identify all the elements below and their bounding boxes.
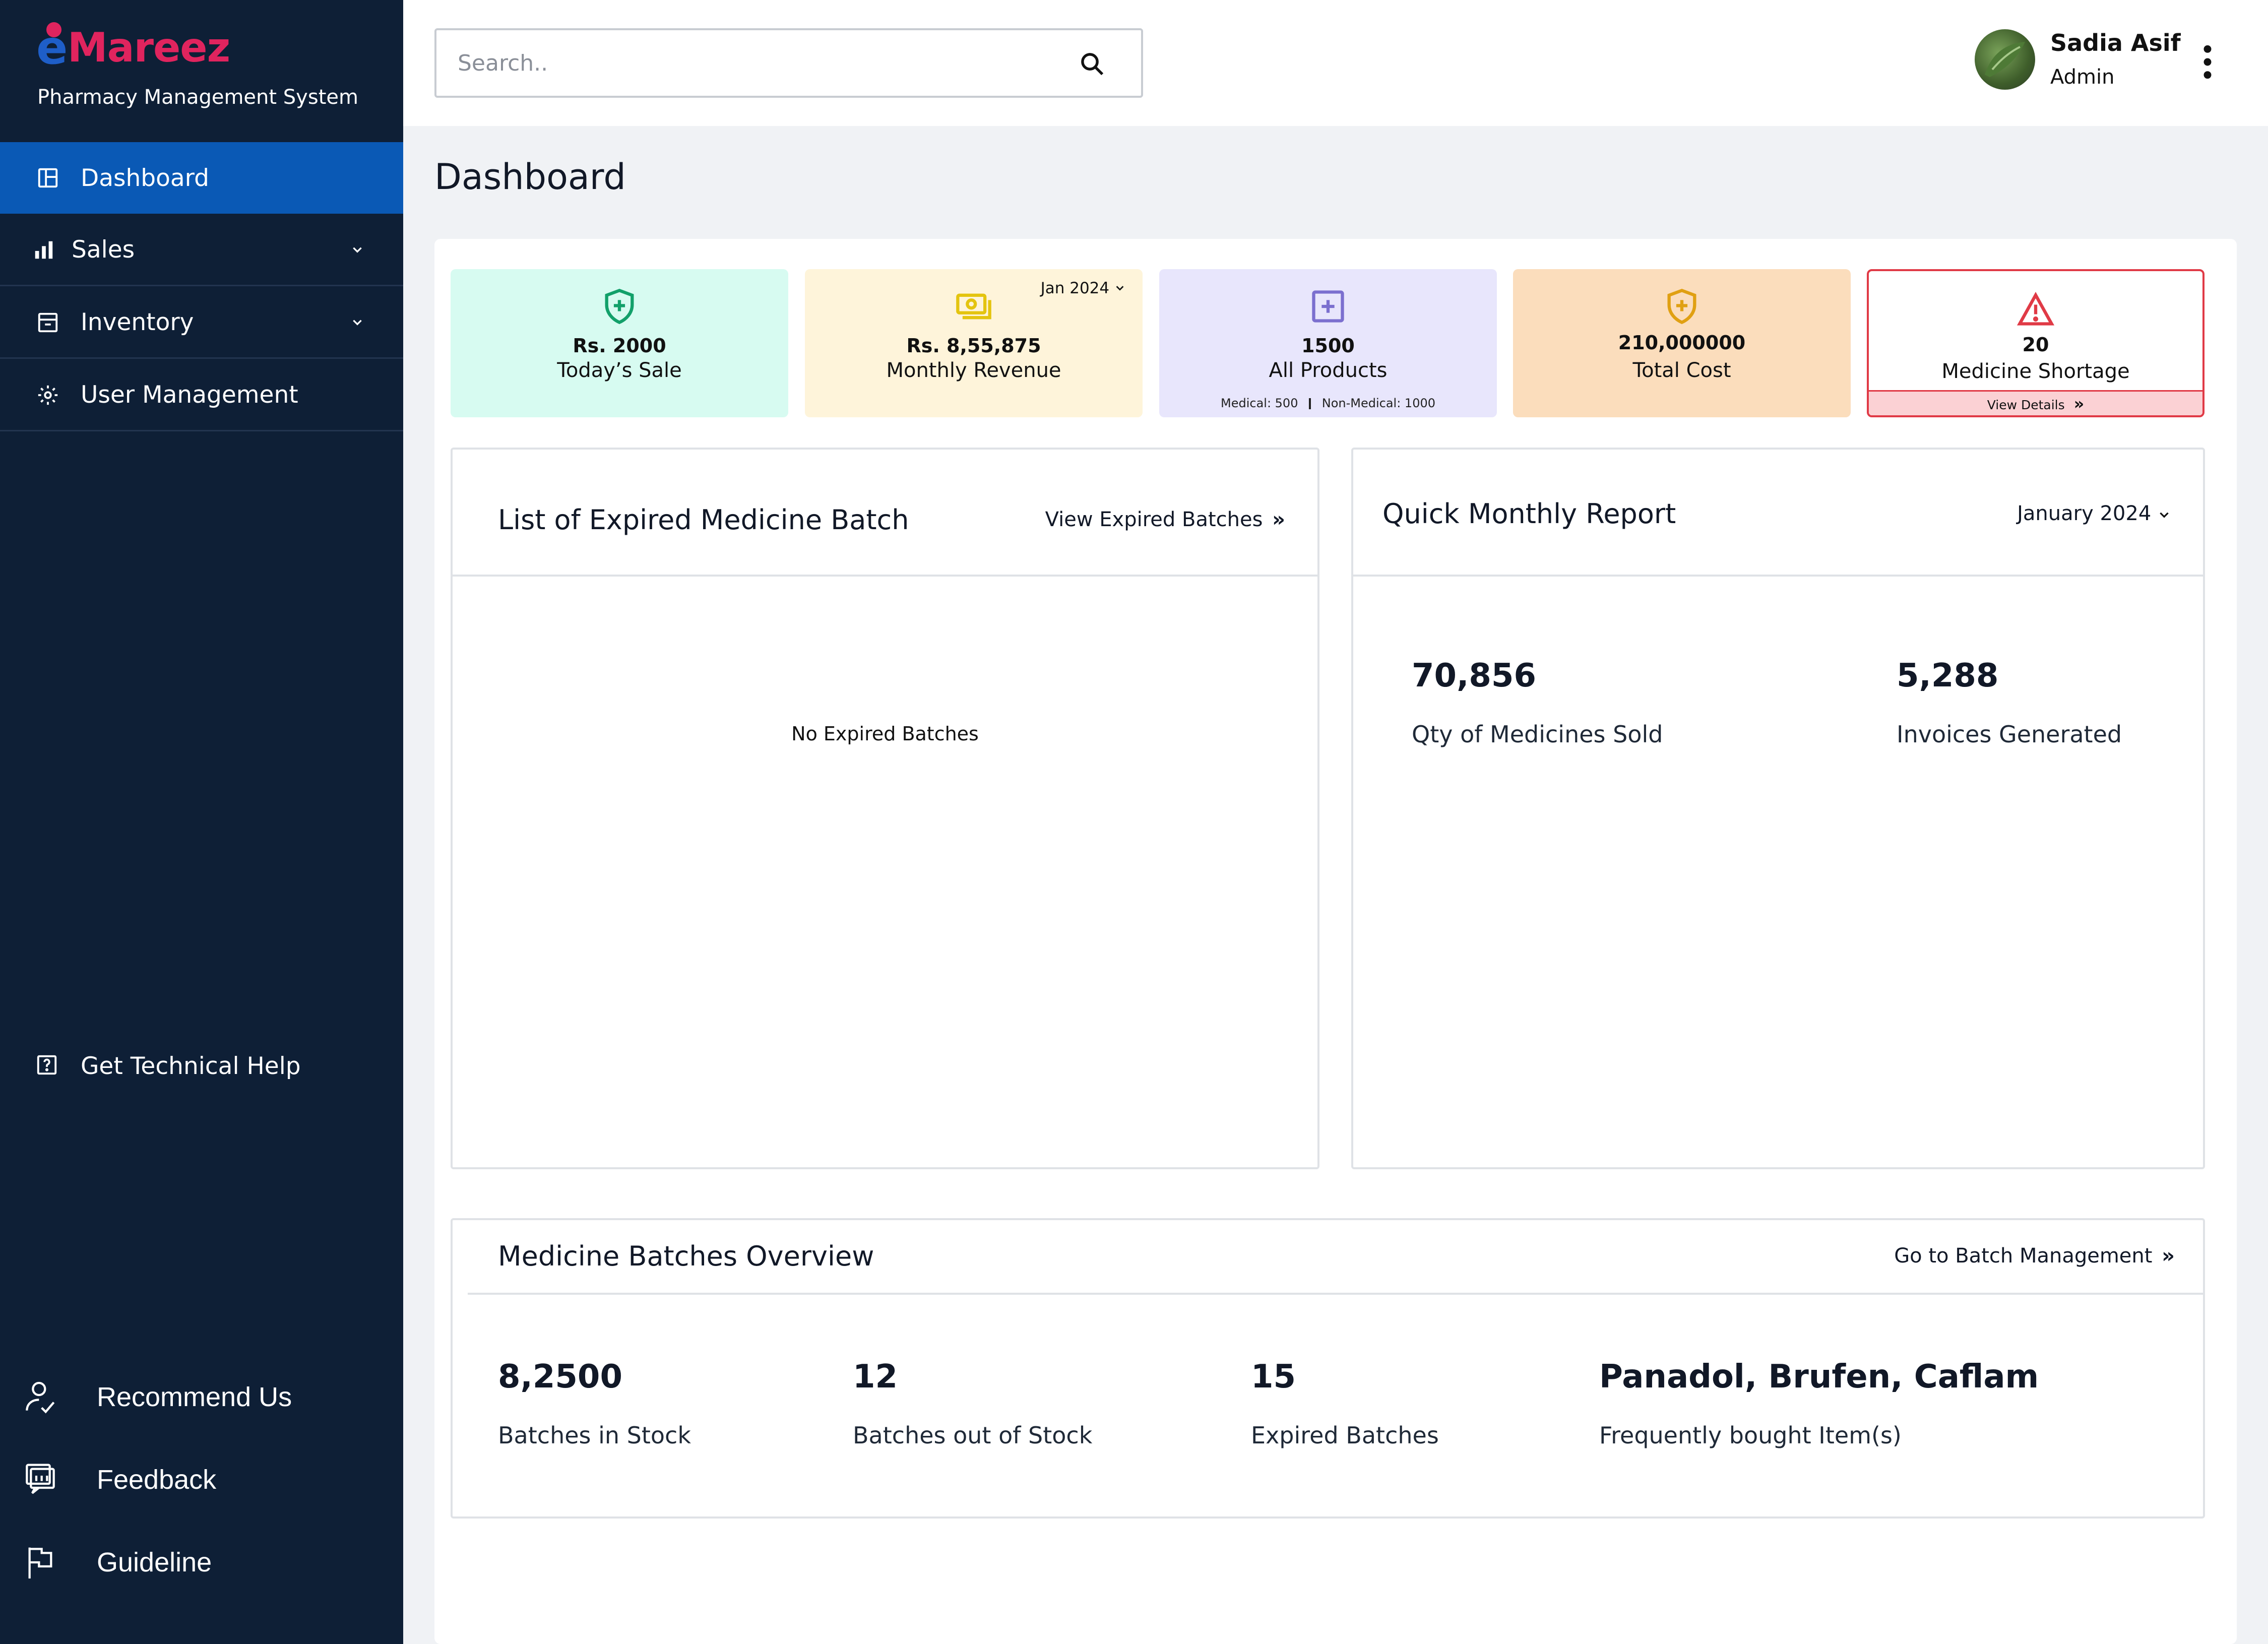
all-products-card[interactable]: 1500 All Products Medical: 500 Non-Medic… <box>1159 269 1497 417</box>
stat-value: 210,000000 <box>1618 332 1746 354</box>
gear-icon <box>35 383 60 408</box>
total-cost-card[interactable]: 210,000000 Total Cost <box>1513 269 1851 417</box>
medicine-shortage-card[interactable]: 20 Medicine Shortage View Details » <box>1867 269 2204 417</box>
stat-label: Medicine Shortage <box>1941 360 2130 383</box>
panel-title: Medicine Batches Overview <box>498 1240 874 1272</box>
question-icon <box>35 1053 60 1079</box>
stat-label: Monthly Revenue <box>886 359 1061 382</box>
batches-in-stock-label: Batches in Stock <box>498 1422 691 1449</box>
avatar[interactable] <box>1975 29 2035 90</box>
brand-logo[interactable]: e Mareez <box>36 20 288 76</box>
sidebar-item-label: Inventory <box>81 308 194 336</box>
invoices-value: 5,288 <box>1897 657 1999 694</box>
batches-out-of-stock-value: 12 <box>853 1358 898 1396</box>
feedback-icon <box>24 1462 56 1498</box>
sidebar-item-label: Sales <box>72 236 135 264</box>
medical-box-icon <box>1312 290 1344 323</box>
stat-label: Today’s Sale <box>557 359 682 382</box>
invoices-label: Invoices Generated <box>1897 721 2122 748</box>
batches-in-stock-value: 8,2500 <box>498 1358 622 1396</box>
stat-value: 20 <box>2022 334 2049 356</box>
sidebar-item-sales[interactable]: Sales <box>0 215 403 286</box>
search-box <box>434 28 1143 98</box>
search-input[interactable] <box>457 30 1061 96</box>
shield-plus-icon <box>605 288 634 325</box>
warning-icon <box>2017 291 2055 326</box>
sidebar-item-user-management[interactable]: User Management <box>0 360 403 431</box>
view-details-link[interactable]: View Details » <box>1869 390 2202 415</box>
batches-overview-panel: Medicine Batches Overview Go to Batch Ma… <box>451 1218 2205 1519</box>
double-chevron-icon: » <box>2073 394 2085 413</box>
report-period-dropdown[interactable]: January 2024 <box>2017 502 2171 525</box>
archive-box-icon <box>35 310 60 335</box>
stat-label: All Products <box>1269 359 1388 382</box>
panel-title: Quick Monthly Report <box>1382 498 1676 530</box>
panel-title: List of Expired Medicine Batch <box>498 504 909 536</box>
chevron-down-icon[interactable] <box>351 243 364 256</box>
user-check-icon <box>24 1379 56 1415</box>
stat-value: Rs. 2000 <box>573 335 666 357</box>
brand-name: Mareez <box>68 24 230 71</box>
stat-value: 1500 <box>1301 335 1355 357</box>
recommend-us-button[interactable]: Recommend Us <box>0 1372 403 1422</box>
top-bar: Sadia Asif Admin <box>403 0 2268 126</box>
user-role: Admin <box>2050 66 2115 89</box>
sidebar-item-label: Dashboard <box>81 164 209 192</box>
chevron-down-icon[interactable] <box>351 315 364 329</box>
frequent-items-value: Panadol, Brufen, Caflam <box>1599 1358 2039 1396</box>
more-options-icon[interactable] <box>2197 44 2218 80</box>
sidebar-item-label: User Management <box>81 381 298 409</box>
go-to-batch-management-link[interactable]: Go to Batch Management » <box>1894 1244 2175 1268</box>
monthly-revenue-card[interactable]: Jan 2024 Rs. 8,55,875 Monthly Revenue <box>805 269 1143 417</box>
sidebar-item-dashboard[interactable]: Dashboard <box>0 142 403 214</box>
qty-sold-label: Qty of Medicines Sold <box>1412 721 1663 748</box>
stat-value: Rs. 8,55,875 <box>906 335 1041 357</box>
chevron-down-icon <box>1116 286 1124 291</box>
empty-state-text: No Expired Batches <box>791 723 979 745</box>
products-breakdown: Medical: 500 Non-Medical: 1000 <box>1221 396 1435 410</box>
page-title: Dashboard <box>434 156 626 198</box>
user-name: Sadia Asif <box>2050 29 2181 56</box>
revenue-period-dropdown[interactable]: Jan 2024 <box>1041 279 1125 297</box>
chevron-down-icon <box>2160 512 2169 518</box>
view-expired-batches-link[interactable]: View Expired Batches » <box>1045 508 1285 531</box>
expired-batches-panel: List of Expired Medicine Batch View Expi… <box>451 448 1319 1169</box>
footer-label: Feedback <box>97 1465 217 1495</box>
frequent-items-label: Frequently bought Item(s) <box>1599 1422 1902 1449</box>
search-icon[interactable] <box>1079 50 1106 78</box>
double-chevron-icon: » <box>2162 1244 2175 1268</box>
qty-sold-value: 70,856 <box>1412 657 1536 694</box>
sidebar: e Mareez Pharmacy Management System Dash… <box>0 0 403 1644</box>
stat-label: Total Cost <box>1632 359 1731 382</box>
get-technical-help-button[interactable]: Get Technical Help <box>0 1038 403 1094</box>
shield-plus-icon <box>1667 288 1696 325</box>
money-icon <box>956 293 991 320</box>
feedback-button[interactable]: Feedback <box>0 1455 403 1505</box>
double-chevron-icon: » <box>1272 508 1285 531</box>
expired-batches-label: Expired Batches <box>1251 1422 1439 1449</box>
monthly-report-panel: Quick Monthly Report January 2024 70,856… <box>1351 448 2205 1169</box>
footer-label: Recommend Us <box>97 1382 292 1412</box>
brand-subtitle: Pharmacy Management System <box>37 86 358 109</box>
sidebar-item-inventory[interactable]: Inventory <box>0 287 403 359</box>
batches-out-of-stock-label: Batches out of Stock <box>853 1422 1093 1449</box>
guideline-button[interactable]: Guideline <box>0 1537 403 1588</box>
dashboard-icon <box>35 165 60 191</box>
flag-icon <box>24 1544 56 1580</box>
todays-sale-card[interactable]: Rs. 2000 Today’s Sale <box>451 269 788 417</box>
footer-label: Guideline <box>97 1547 212 1577</box>
expired-batches-value: 15 <box>1251 1358 1296 1396</box>
help-label: Get Technical Help <box>81 1052 301 1080</box>
bar-chart-icon <box>31 237 56 263</box>
